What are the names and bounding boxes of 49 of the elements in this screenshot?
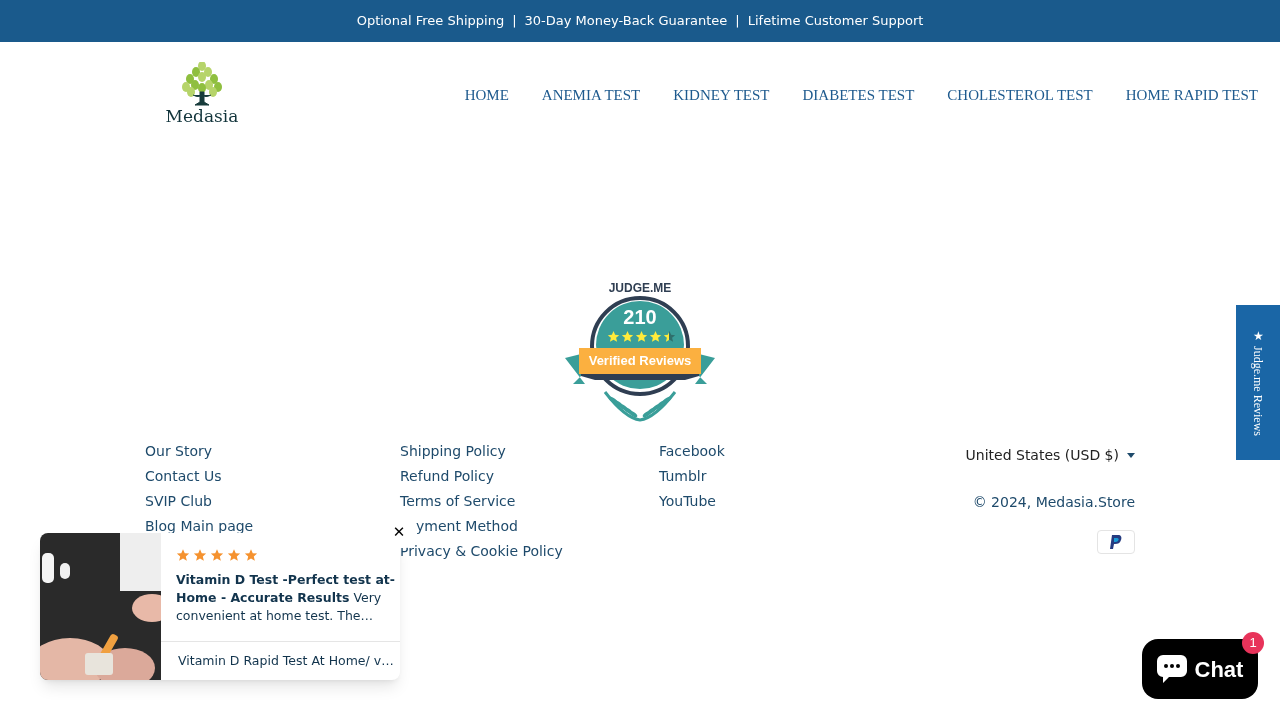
notification-badge: 1 <box>1242 632 1264 654</box>
nav-link[interactable]: KIDNEY TEST <box>673 83 770 107</box>
copyright-text: © 2024, Medasia.Store <box>972 493 1135 512</box>
badge-label: Verified Reviews <box>587 353 693 369</box>
announcement-text: 30-Day Money-Back Guarantee <box>524 12 728 31</box>
paypal-icon <box>1097 530 1135 554</box>
side-tab-label: ★ Judge.me Reviews <box>1250 329 1266 436</box>
announcement-text: | <box>512 12 517 31</box>
footer-link[interactable]: Shipping Policy <box>400 442 506 461</box>
footer-link[interactable]: Tumblr <box>659 467 707 486</box>
announcement-text: Lifetime Customer Support <box>747 12 924 31</box>
star-icon <box>621 330 634 343</box>
star-icon <box>244 548 258 562</box>
logo-text: Medasia <box>165 106 239 128</box>
star-icon <box>227 548 241 562</box>
star-icon <box>635 330 648 343</box>
nav-link[interactable]: CHOLESTEROL TEST <box>947 83 1093 107</box>
announcement-text: | <box>735 12 740 31</box>
footer-link[interactable]: Refund Policy <box>400 467 494 486</box>
footer-link[interactable]: YouTube <box>659 492 716 511</box>
review-text: Vitamin D Test -Perfect test at-Home - Accurate Results Very convenient at home test. The… <box>176 571 396 625</box>
tree-icon <box>179 62 225 107</box>
footer-link[interactable]: yment Method <box>416 517 518 536</box>
badge-brand: JUDGE.ME <box>607 281 673 295</box>
star-icon <box>210 548 224 562</box>
star-icon <box>663 330 676 343</box>
nav-link[interactable]: DIABETES TEST <box>802 83 915 107</box>
logo[interactable]: Medasia <box>162 62 242 128</box>
footer-link[interactable]: Blog Main page <box>145 517 254 536</box>
footer-link[interactable]: Our Story <box>145 442 213 461</box>
star-icon <box>649 330 662 343</box>
nav-link[interactable]: HOME <box>464 83 509 107</box>
star-icon <box>193 548 207 562</box>
chat-bubble-icon <box>1156 655 1187 683</box>
announcement-text: Optional Free Shipping <box>356 12 505 31</box>
footer-link[interactable]: SVIP Club <box>145 492 212 511</box>
footer-link[interactable]: Terms of Service <box>400 492 516 511</box>
footer-link[interactable]: Facebook <box>659 442 725 461</box>
star-icon <box>607 330 620 343</box>
product-name[interactable]: Vitamin D Rapid Test At Home/ v… <box>161 641 400 680</box>
nav-link[interactable]: HOME RAPID TEST <box>1125 83 1258 107</box>
store-link[interactable]: Medasia.Store <box>1035 494 1135 510</box>
review-count: 210 <box>622 306 658 328</box>
currency-select[interactable]: United States (USD $) <box>965 445 1135 466</box>
nav-link[interactable]: ANEMIA TEST <box>541 83 641 107</box>
caret-icon <box>1127 453 1135 458</box>
footer-link[interactable]: Contact Us <box>145 467 222 486</box>
reviews-side-tab[interactable]: ★ Judge.me Reviews <box>1236 305 1280 460</box>
star-icon <box>176 548 190 562</box>
